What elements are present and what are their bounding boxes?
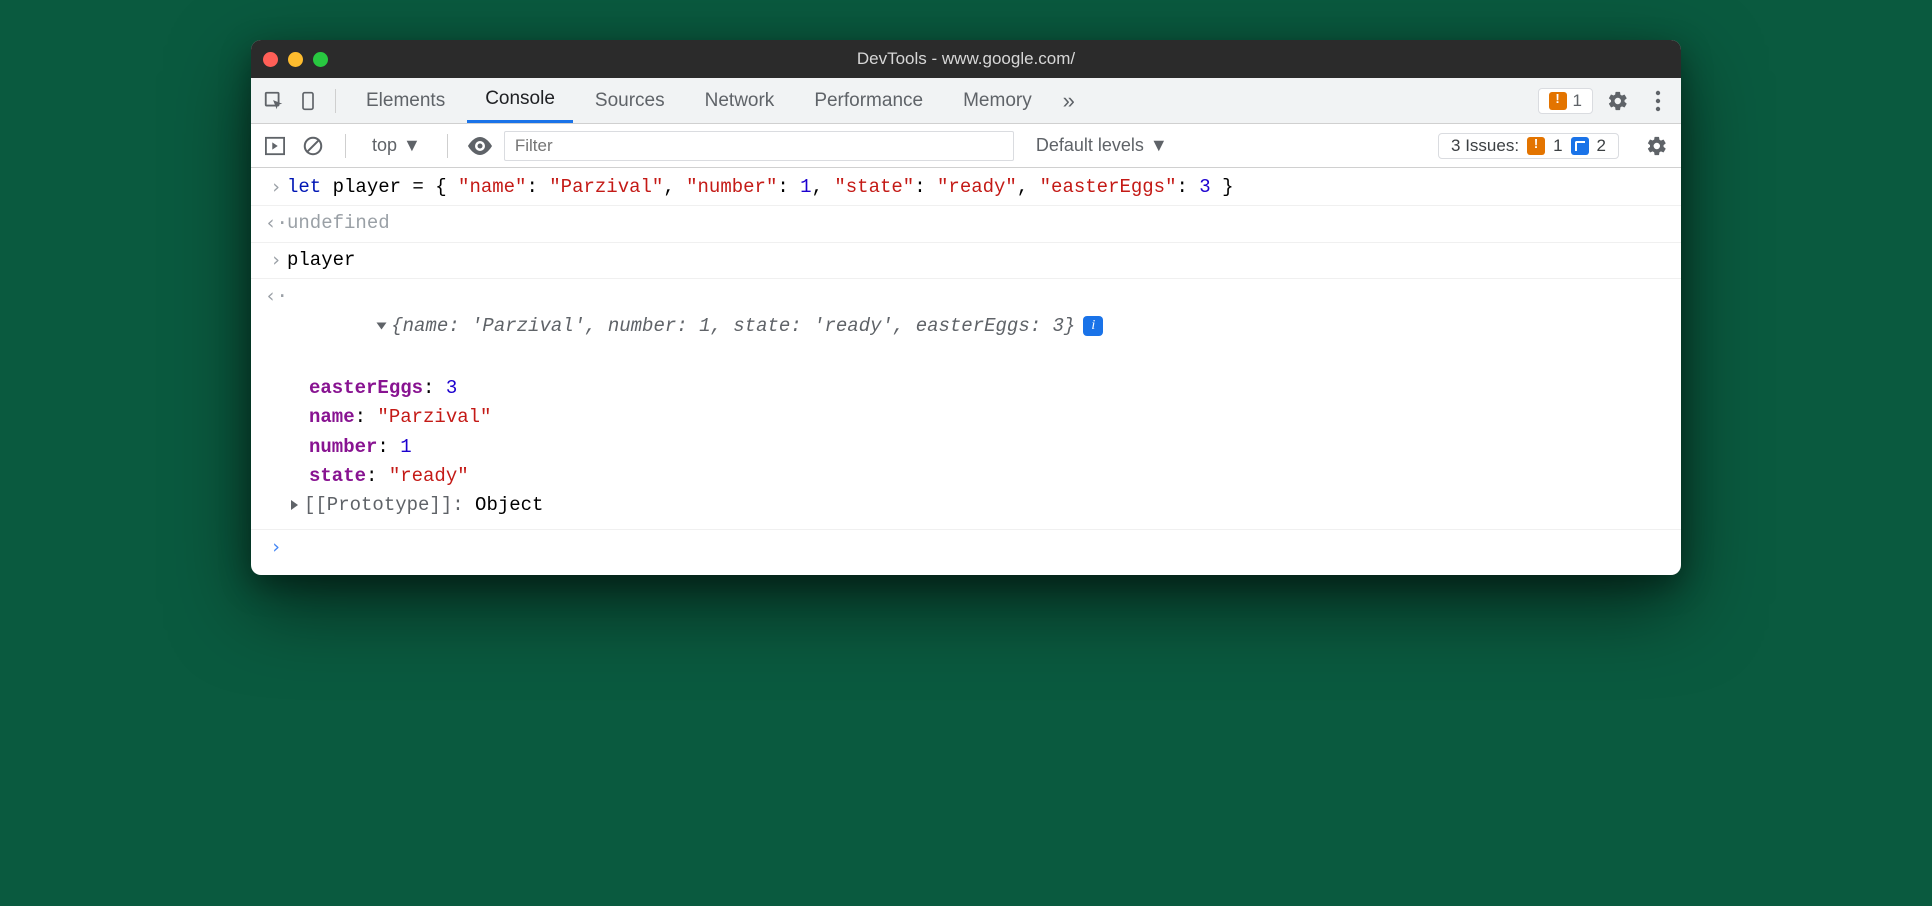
window-controls: [263, 52, 328, 67]
object-property[interactable]: number: 1: [309, 433, 1681, 462]
object-property[interactable]: easterEggs: 3: [309, 374, 1681, 403]
console-input-line[interactable]: › let player = { "name": "Parzival", "nu…: [251, 170, 1681, 206]
console-settings-icon[interactable]: [1643, 132, 1671, 160]
inspect-element-icon[interactable]: [259, 86, 289, 116]
undefined-result: undefined: [287, 209, 1667, 238]
code-line: player: [287, 246, 1667, 275]
console-result-line: ‹· undefined: [251, 206, 1681, 242]
context-label: top: [372, 135, 397, 156]
output-chevron-icon: ‹·: [265, 209, 287, 238]
chevron-down-icon: ▼: [1150, 135, 1168, 156]
console-input-line[interactable]: › player: [251, 243, 1681, 279]
devtools-tabbar: Elements Console Sources Network Perform…: [251, 78, 1681, 124]
issues-label: 3 Issues:: [1451, 136, 1519, 156]
warning-icon: [1527, 137, 1545, 155]
info-icon: [1571, 137, 1589, 155]
tab-sources[interactable]: Sources: [577, 78, 683, 123]
issues-badge[interactable]: 3 Issues: 1 2: [1438, 133, 1619, 159]
expand-toggle-icon[interactable]: [377, 322, 387, 329]
log-levels-selector[interactable]: Default levels ▼: [1036, 135, 1168, 156]
warnings-count: 1: [1573, 91, 1582, 111]
tab-console[interactable]: Console: [467, 78, 573, 123]
input-chevron-icon: ›: [265, 533, 287, 562]
issues-warn-count: 1: [1553, 136, 1562, 156]
expand-toggle-icon[interactable]: [291, 500, 298, 510]
device-toolbar-icon[interactable]: [293, 86, 323, 116]
window-title: DevTools - www.google.com/: [251, 49, 1681, 69]
code-line: let player = { "name": "Parzival", "numb…: [287, 173, 1667, 202]
object-property[interactable]: name: "Parzival": [309, 403, 1681, 432]
console-result-line: ‹· {name: 'Parzival', number: 1, state: …: [251, 279, 1681, 373]
tab-memory[interactable]: Memory: [945, 78, 1050, 123]
separator: [447, 134, 448, 158]
console-toolbar: top ▼ Default levels ▼ 3 Issues: 1 2: [251, 124, 1681, 168]
info-badge-icon[interactable]: i: [1083, 316, 1103, 336]
separator: [335, 89, 336, 113]
titlebar: DevTools - www.google.com/: [251, 40, 1681, 78]
output-chevron-icon: ‹·: [265, 282, 287, 311]
kebab-menu-icon[interactable]: [1643, 86, 1673, 116]
console-output: › let player = { "name": "Parzival", "nu…: [251, 168, 1681, 575]
close-window-button[interactable]: [263, 52, 278, 67]
more-tabs-icon[interactable]: »: [1054, 86, 1084, 116]
maximize-window-button[interactable]: [313, 52, 328, 67]
minimize-window-button[interactable]: [288, 52, 303, 67]
separator: [345, 134, 346, 158]
context-selector[interactable]: top ▼: [364, 135, 429, 156]
live-expression-icon[interactable]: [466, 132, 494, 160]
object-prototype[interactable]: [[Prototype]]: Object: [291, 491, 1681, 520]
toggle-sidebar-icon[interactable]: [261, 132, 289, 160]
console-prompt[interactable]: ›: [251, 529, 1681, 565]
devtools-window: DevTools - www.google.com/ Elements Cons…: [251, 40, 1681, 575]
input-chevron-icon: ›: [265, 173, 287, 202]
clear-console-icon[interactable]: [299, 132, 327, 160]
issues-info-count: 2: [1597, 136, 1606, 156]
input-chevron-icon: ›: [265, 246, 287, 275]
tab-performance[interactable]: Performance: [796, 78, 941, 123]
warnings-badge[interactable]: 1: [1538, 88, 1593, 114]
filter-input[interactable]: [504, 131, 1014, 161]
settings-icon[interactable]: [1603, 86, 1633, 116]
tab-elements[interactable]: Elements: [348, 78, 463, 123]
log-levels-label: Default levels: [1036, 135, 1144, 156]
object-expanded: easterEggs: 3 name: "Parzival" number: 1…: [251, 374, 1681, 521]
object-property[interactable]: state: "ready": [309, 462, 1681, 491]
warning-icon: [1549, 92, 1567, 110]
object-summary[interactable]: {name: 'Parzival', number: 1, state: 're…: [287, 282, 1667, 370]
tab-network[interactable]: Network: [687, 78, 793, 123]
console-input[interactable]: [287, 533, 1667, 562]
chevron-down-icon: ▼: [403, 135, 421, 156]
